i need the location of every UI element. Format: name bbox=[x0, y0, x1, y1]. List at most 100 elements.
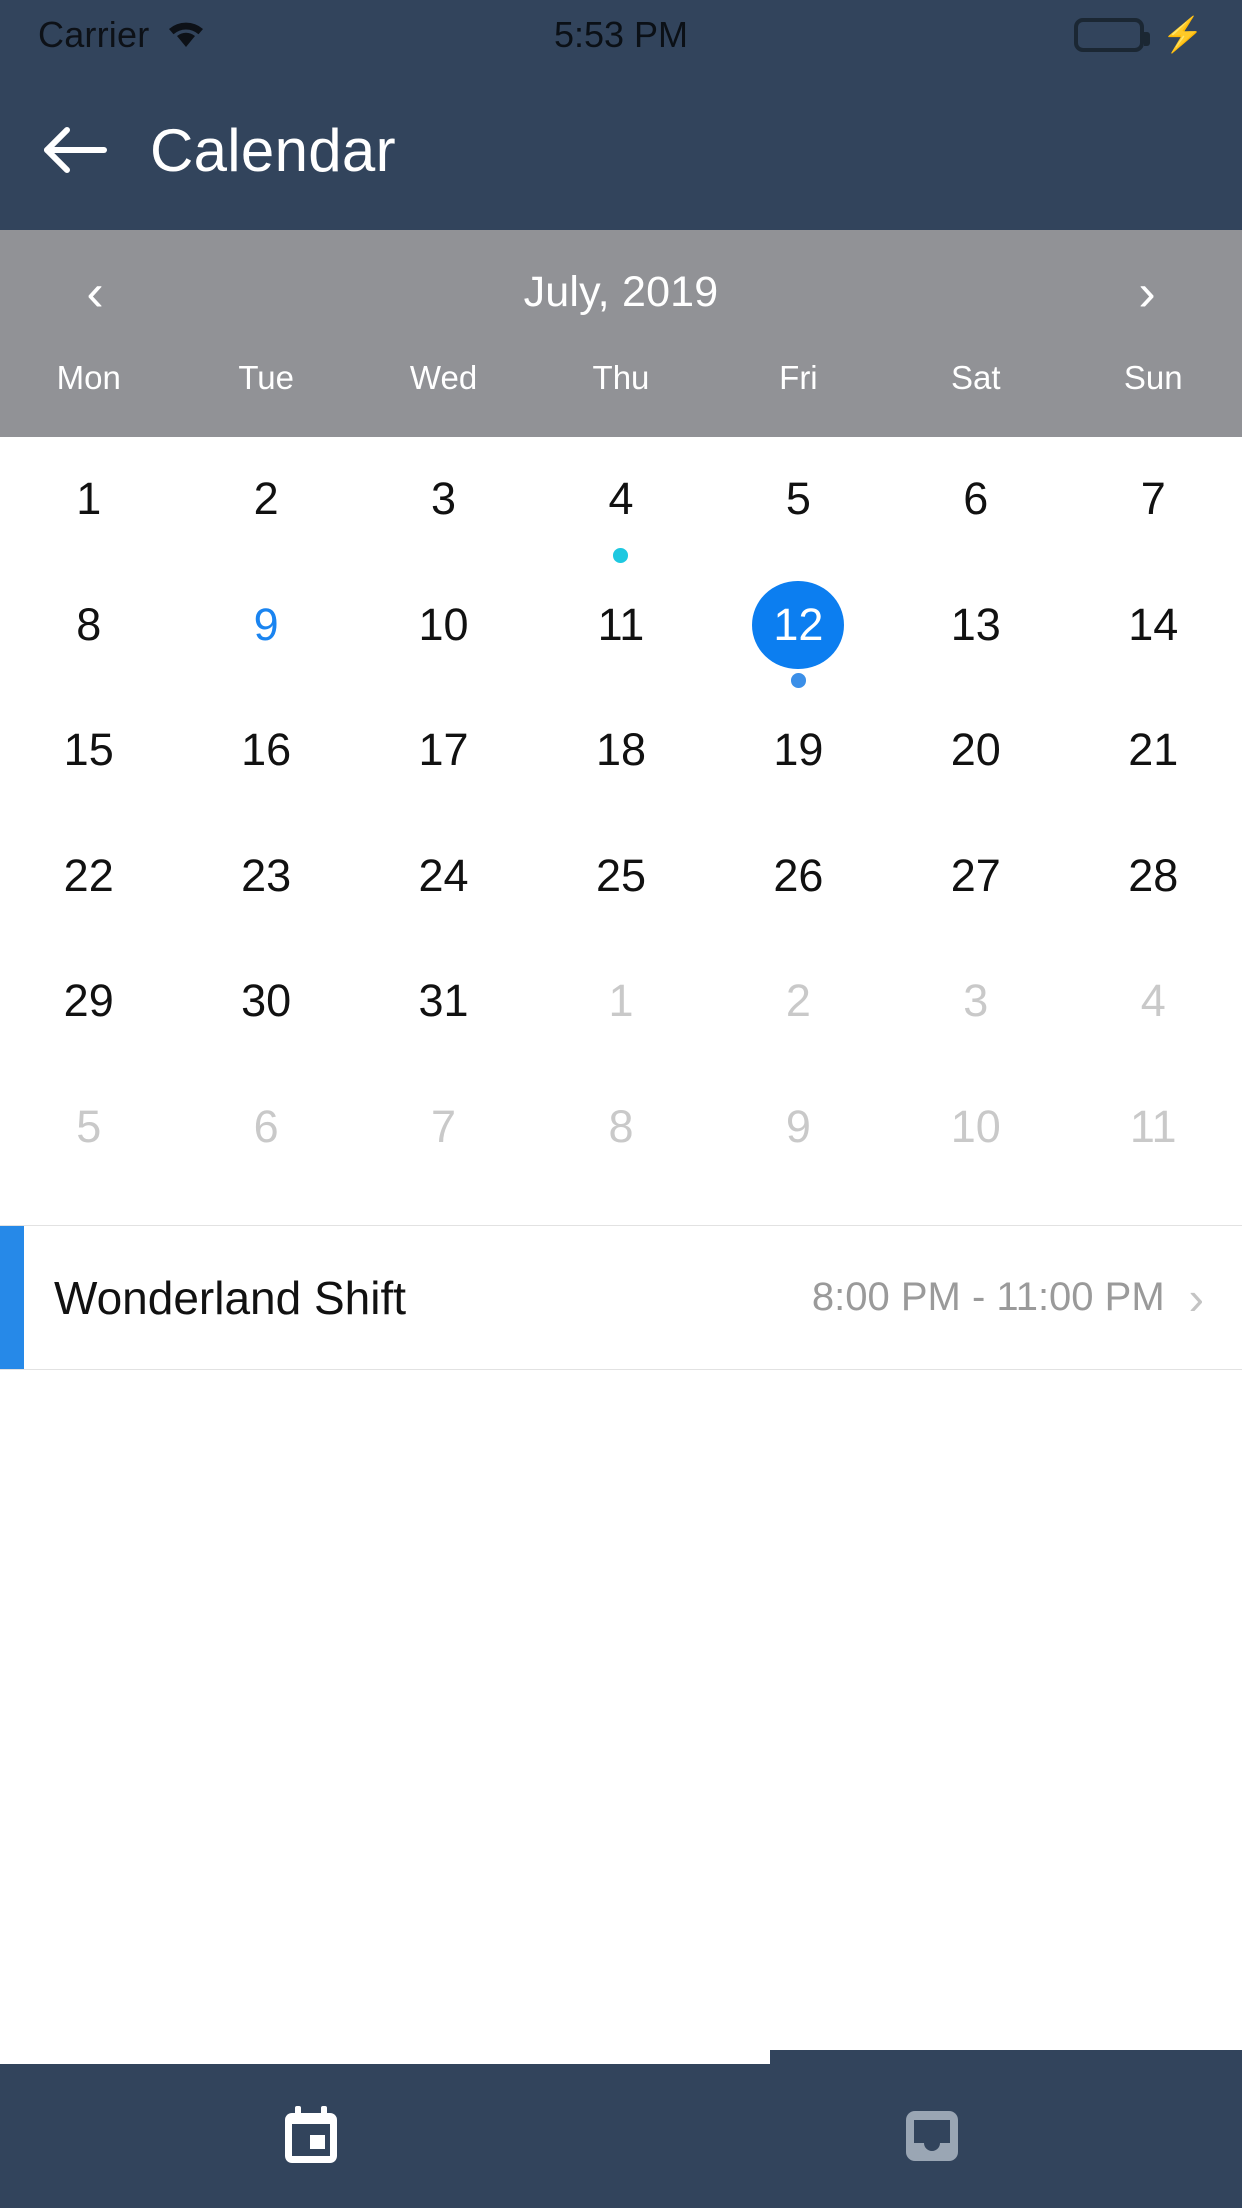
calendar-day-cell[interactable]: 24 bbox=[355, 814, 532, 940]
event-dot-placeholder bbox=[791, 548, 806, 563]
calendar-day-cell[interactable]: 28 bbox=[1065, 814, 1242, 940]
event-dot-placeholder bbox=[259, 1050, 274, 1065]
calendar-day-cell[interactable]: 8 bbox=[532, 1065, 709, 1191]
calendar-day-number: 27 bbox=[950, 849, 1001, 901]
calendar-day-cell[interactable]: 9 bbox=[710, 1065, 887, 1191]
event-dot-placeholder bbox=[613, 924, 628, 939]
event-dot-placeholder bbox=[1146, 673, 1161, 688]
calendar-day-cell[interactable]: 6 bbox=[177, 1065, 354, 1191]
calendar-day-cell[interactable]: 7 bbox=[1065, 437, 1242, 563]
event-dot-placeholder bbox=[81, 1175, 96, 1190]
calendar-day-cell[interactable]: 3 bbox=[887, 939, 1064, 1065]
calendar-day-cell[interactable]: 4 bbox=[1065, 939, 1242, 1065]
weekday-header-row: Mon Tue Wed Thu Fri Sat Sun bbox=[0, 355, 1242, 437]
month-label: July, 2019 bbox=[523, 268, 719, 316]
calendar-icon bbox=[284, 2106, 337, 2163]
calendar-day-cell[interactable]: 11 bbox=[1065, 1065, 1242, 1191]
calendar-day-cell[interactable]: 1 bbox=[532, 939, 709, 1065]
calendar-day-cell[interactable]: 2 bbox=[710, 939, 887, 1065]
calendar-day-number: 15 bbox=[63, 724, 114, 776]
calendar-day-cell[interactable]: 5 bbox=[710, 437, 887, 563]
event-time: 8:00 PM - 11:00 PM bbox=[811, 1275, 1165, 1319]
calendar-day-number: 16 bbox=[241, 724, 292, 776]
calendar-day-cell[interactable]: 19 bbox=[710, 688, 887, 814]
event-dot-placeholder bbox=[436, 799, 451, 814]
calendar-day-cell[interactable]: 21 bbox=[1065, 688, 1242, 814]
back-button[interactable] bbox=[0, 70, 150, 230]
calendar-day-cell[interactable]: 31 bbox=[355, 939, 532, 1065]
calendar-day-number: 8 bbox=[608, 1100, 634, 1152]
calendar-day-cell[interactable]: 6 bbox=[887, 437, 1064, 563]
calendar-day-number: 1 bbox=[76, 473, 102, 525]
arrow-left-icon bbox=[44, 127, 107, 173]
lightning-bolt-icon: ⚡ bbox=[1161, 16, 1205, 54]
calendar-day-cell[interactable]: 4 bbox=[532, 437, 709, 563]
page-title: Calendar bbox=[150, 116, 396, 184]
calendar-day-cell[interactable]: 27 bbox=[887, 814, 1064, 940]
event-row[interactable]: Wonderland Shift 8:00 PM - 11:00 PM › bbox=[0, 1226, 1242, 1369]
calendar-day-number: 9 bbox=[253, 598, 279, 650]
calendar-day-cell[interactable]: 8 bbox=[0, 563, 177, 689]
calendar-day-cell[interactable]: 12 bbox=[710, 563, 887, 688]
event-dot-placeholder bbox=[1146, 799, 1161, 814]
calendar-day-cell[interactable]: 20 bbox=[887, 688, 1064, 814]
tab-inbox[interactable] bbox=[621, 2064, 1242, 2208]
calendar-day-cell[interactable]: 11 bbox=[532, 563, 709, 689]
calendar-day-number: 18 bbox=[595, 724, 646, 776]
calendar-day-number: 26 bbox=[773, 849, 824, 901]
calendar-day-cell[interactable]: 22 bbox=[0, 814, 177, 940]
events-bottom-divider bbox=[0, 1369, 1242, 1370]
calendar-day-cell[interactable]: 17 bbox=[355, 688, 532, 814]
calendar-day-cell[interactable]: 1 bbox=[0, 437, 177, 563]
event-dot-placeholder bbox=[436, 548, 451, 563]
calendar-day-number: 8 bbox=[76, 598, 102, 650]
calendar-day-cell[interactable]: 23 bbox=[177, 814, 354, 940]
event-dot-placeholder bbox=[436, 1050, 451, 1065]
calendar-day-number: 12 bbox=[752, 580, 845, 670]
weekday-label-tue: Tue bbox=[238, 359, 294, 396]
horizontal-scrollbar[interactable] bbox=[0, 2050, 1242, 2064]
events-list: Wonderland Shift 8:00 PM - 11:00 PM › bbox=[0, 1225, 1242, 2050]
calendar-day-cell[interactable]: 25 bbox=[532, 814, 709, 940]
chevron-right-icon[interactable]: › bbox=[1112, 267, 1182, 319]
calendar-day-number: 3 bbox=[963, 975, 989, 1027]
calendar-day-number: 6 bbox=[253, 1100, 279, 1152]
calendar-day-number: 2 bbox=[785, 975, 811, 1027]
calendar-day-number: 29 bbox=[63, 975, 114, 1027]
calendar-day-cell[interactable]: 14 bbox=[1065, 563, 1242, 689]
calendar-day-number: 5 bbox=[785, 473, 811, 525]
tab-calendar[interactable] bbox=[0, 2064, 621, 2208]
chevron-left-icon[interactable]: ‹ bbox=[60, 267, 130, 319]
calendar-day-cell[interactable]: 10 bbox=[355, 563, 532, 689]
event-accent-bar bbox=[0, 1226, 24, 1369]
calendar-day-cell[interactable]: 7 bbox=[355, 1065, 532, 1191]
calendar-day-number: 10 bbox=[418, 598, 469, 650]
calendar-day-cell[interactable]: 26 bbox=[710, 814, 887, 940]
calendar-day-cell[interactable]: 2 bbox=[177, 437, 354, 563]
event-dot-placeholder bbox=[968, 799, 983, 814]
calendar-day-cell[interactable]: 10 bbox=[887, 1065, 1064, 1191]
calendar-day-cell[interactable]: 9 bbox=[177, 563, 354, 689]
calendar-day-cell[interactable]: 18 bbox=[532, 688, 709, 814]
event-dot-placeholder bbox=[968, 1050, 983, 1065]
event-dot-placeholder bbox=[1146, 1050, 1161, 1065]
scrollbar-thumb[interactable] bbox=[0, 2050, 771, 2064]
calendar-day-number: 4 bbox=[608, 473, 634, 525]
calendar-day-cell[interactable]: 29 bbox=[0, 939, 177, 1065]
calendar-day-number: 25 bbox=[595, 849, 646, 901]
calendar-day-cell[interactable]: 30 bbox=[177, 939, 354, 1065]
calendar-day-cell[interactable]: 3 bbox=[355, 437, 532, 563]
weekday-label-fri: Fri bbox=[779, 359, 818, 396]
event-title: Wonderland Shift bbox=[54, 1271, 407, 1324]
calendar-day-cell[interactable]: 15 bbox=[0, 688, 177, 814]
chevron-right-icon[interactable]: › bbox=[1189, 1275, 1204, 1321]
calendar-day-cell[interactable]: 16 bbox=[177, 688, 354, 814]
event-dot-placeholder bbox=[613, 799, 628, 814]
event-dot-placeholder bbox=[1146, 1175, 1161, 1190]
calendar-day-cell[interactable]: 13 bbox=[887, 563, 1064, 689]
status-bar-left: Carrier bbox=[38, 14, 554, 56]
event-dot-placeholder bbox=[81, 924, 96, 939]
carrier-label: Carrier bbox=[38, 14, 150, 55]
calendar-day-cell[interactable]: 5 bbox=[0, 1065, 177, 1191]
calendar-day-number: 4 bbox=[1140, 975, 1166, 1027]
